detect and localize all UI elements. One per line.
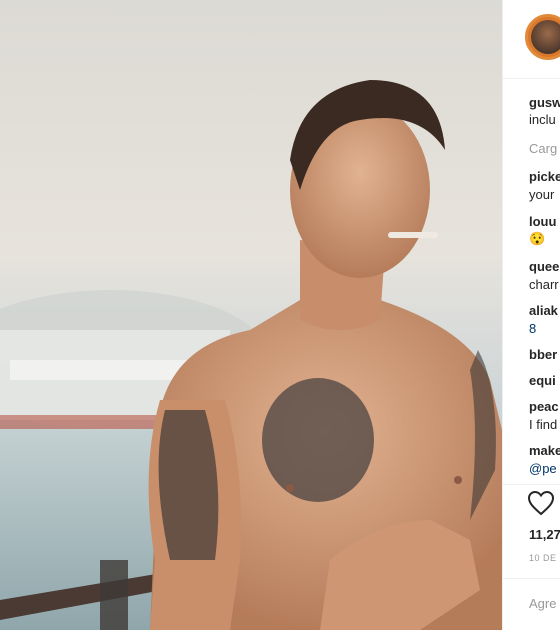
comment-username[interactable]: make — [529, 442, 560, 459]
comment-text: charr — [529, 277, 559, 292]
post-sidebar: gusw inclu Carg picke your louu 😯 quee c… — [502, 0, 560, 630]
post-date: 10 DE — [529, 553, 557, 563]
comment-username[interactable]: equi — [529, 372, 556, 389]
heart-icon[interactable] — [527, 490, 555, 516]
comment-username[interactable]: picke — [529, 168, 560, 185]
comment-mention[interactable]: @pe — [529, 460, 557, 477]
comment-username[interactable]: peac — [529, 398, 559, 415]
comment-username[interactable]: quee — [529, 258, 559, 275]
avatar[interactable] — [525, 14, 560, 60]
photo-scene — [0, 80, 502, 630]
add-comment-input[interactable]: Agre — [529, 596, 556, 611]
comment-text: your — [529, 187, 555, 202]
avatar-image — [531, 20, 560, 54]
comment-text: 8 — [529, 321, 537, 336]
caption-username[interactable]: gusw — [529, 94, 560, 111]
header-divider — [503, 78, 560, 79]
comment-divider — [503, 578, 560, 579]
comment-username[interactable]: bber — [529, 346, 557, 363]
comment-text: 😯 — [529, 231, 546, 246]
post-photo[interactable] — [0, 0, 502, 630]
caption-text: inclu — [529, 112, 556, 127]
load-more-comments[interactable]: Carg — [529, 140, 557, 157]
actions-divider — [503, 484, 560, 485]
comment-text: I find — [529, 417, 558, 432]
comment-username[interactable]: aliak — [529, 302, 558, 319]
comment-username[interactable]: louu — [529, 213, 556, 230]
likes-count[interactable]: 11,27 — [529, 527, 560, 542]
